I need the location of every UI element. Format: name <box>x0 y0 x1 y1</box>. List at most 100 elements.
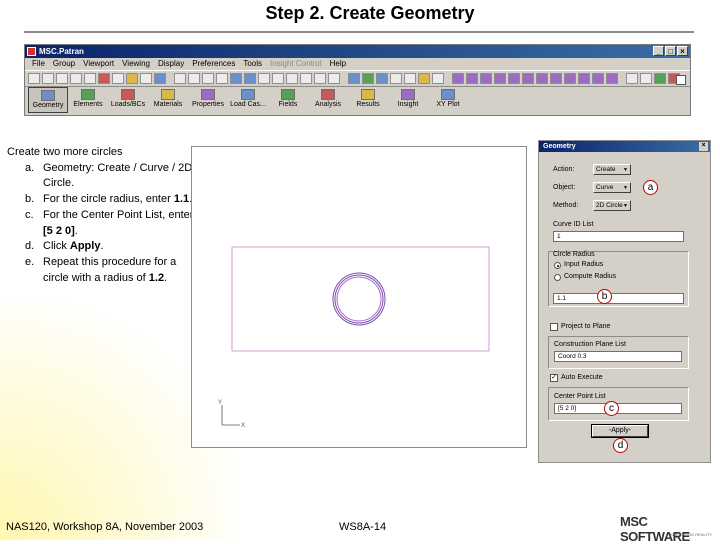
measure-icon[interactable] <box>640 73 652 84</box>
mpc-icon[interactable] <box>536 73 548 84</box>
solid-icon[interactable] <box>494 73 506 84</box>
hidden-line-icon[interactable] <box>362 73 374 84</box>
menu-bar: File Group Viewport Viewing Display Pref… <box>25 58 690 70</box>
menu-viewport[interactable]: Viewport <box>79 58 118 70</box>
home-icon[interactable] <box>676 75 686 85</box>
construction-plane-input[interactable]: Coord 0.3 <box>554 351 682 362</box>
side-view-icon[interactable] <box>272 73 284 84</box>
input-radius-radio[interactable] <box>554 262 561 269</box>
hide-labels-icon[interactable] <box>432 73 444 84</box>
action-select[interactable]: Create <box>593 164 631 175</box>
node-size-icon[interactable] <box>390 73 402 84</box>
form-titlebar[interactable]: Geometry × <box>539 141 710 152</box>
zoom-icon[interactable] <box>216 73 228 84</box>
menu-file[interactable]: File <box>28 58 49 70</box>
insight-icon <box>401 89 415 100</box>
fit-view-icon[interactable] <box>230 73 242 84</box>
view-corners-icon[interactable] <box>300 73 312 84</box>
app-analysis[interactable]: Analysis <box>308 87 348 113</box>
menu-preferences[interactable]: Preferences <box>188 58 239 70</box>
node-icon[interactable] <box>508 73 520 84</box>
app-elements[interactable]: Elements <box>68 87 108 113</box>
step-d: d. Click Apply. <box>25 240 104 253</box>
plane-icon[interactable] <box>564 73 576 84</box>
toolbar <box>25 70 690 87</box>
auto-execute-checkbox[interactable]: ✓ <box>550 374 558 382</box>
zoom-in-icon[interactable] <box>314 73 326 84</box>
select-icon[interactable] <box>174 73 186 84</box>
curve-id-label: Curve ID List <box>553 221 594 228</box>
abort-icon[interactable] <box>112 73 124 84</box>
show-labels-icon[interactable] <box>418 73 430 84</box>
app-materials[interactable]: Materials <box>148 87 188 113</box>
vector-icon[interactable] <box>578 73 590 84</box>
print-icon[interactable] <box>70 73 82 84</box>
menu-insight-control[interactable]: Insight Control <box>266 58 326 70</box>
app-fields[interactable]: Fields <box>268 87 308 113</box>
copy-icon[interactable] <box>84 73 96 84</box>
instructions: Create two more circles a. Geometry: Crea… <box>7 145 197 286</box>
refresh-icon[interactable] <box>140 73 152 84</box>
app-results[interactable]: Results <box>348 87 388 113</box>
app-geometry[interactable]: Geometry <box>28 87 68 113</box>
apply-button[interactable]: -Apply- <box>592 425 648 437</box>
save-icon[interactable] <box>56 73 68 84</box>
ruler-icon[interactable] <box>626 73 638 84</box>
minimize-button[interactable]: _ <box>653 46 664 56</box>
top-view-icon[interactable] <box>258 73 270 84</box>
plot-erase-icon[interactable] <box>154 73 166 84</box>
maximize-button[interactable]: □ <box>665 46 676 56</box>
object-select[interactable]: Curve <box>593 182 631 193</box>
app-loads-bcs[interactable]: Loads/BCs <box>108 87 148 113</box>
app-insight[interactable]: Insight <box>388 87 428 113</box>
step-c: c. For the Center Point List, enter [5 2 … <box>25 208 194 237</box>
reset-graphics-icon[interactable] <box>126 73 138 84</box>
patran-titlebar[interactable]: MSC.Patran _ □ × <box>25 45 690 58</box>
smooth-shaded-icon[interactable] <box>376 73 388 84</box>
iso-view-icon[interactable] <box>286 73 298 84</box>
viewport-canvas: Y X <box>218 246 490 429</box>
y-axis-label: Y <box>218 400 222 406</box>
coord-icon[interactable] <box>550 73 562 84</box>
graphics-viewport[interactable]: Y X <box>191 146 527 448</box>
menu-display[interactable]: Display <box>154 58 188 70</box>
analysis-icon <box>321 89 335 100</box>
properties-icon <box>201 89 215 100</box>
field-icon[interactable] <box>606 73 618 84</box>
zoom-out-icon[interactable] <box>328 73 340 84</box>
verify-icon[interactable] <box>654 73 666 84</box>
label-icon[interactable] <box>404 73 416 84</box>
element-icon[interactable] <box>522 73 534 84</box>
open-icon[interactable] <box>42 73 54 84</box>
compute-radius-radio[interactable] <box>554 274 561 281</box>
callout-a: a <box>643 180 658 195</box>
wireframe-icon[interactable] <box>348 73 360 84</box>
method-select[interactable]: 2D Circle <box>593 200 631 211</box>
menu-tools[interactable]: Tools <box>239 58 266 70</box>
form-close-button[interactable]: × <box>699 142 708 151</box>
footer-course: NAS120, Workshop 8A, November 2003 <box>6 521 204 533</box>
surface-icon[interactable] <box>480 73 492 84</box>
menu-viewing[interactable]: Viewing <box>118 58 154 70</box>
close-button[interactable]: × <box>677 46 688 56</box>
title-divider <box>24 31 694 33</box>
app-properties[interactable]: Properties <box>188 87 228 113</box>
front-view-icon[interactable] <box>244 73 256 84</box>
geometry-form: Geometry × Action: Create Object: Curve … <box>538 140 711 463</box>
new-icon[interactable] <box>28 73 40 84</box>
circle-radius-input[interactable]: 1.1 <box>553 293 684 304</box>
app-load-cases[interactable]: Load Cas... <box>228 87 268 113</box>
step-e: e. Repeat this procedure for a circle wit… <box>25 255 177 284</box>
project-to-plane-checkbox[interactable] <box>550 323 558 331</box>
curve-id-input[interactable]: 1 <box>553 231 684 242</box>
fields-icon <box>281 89 295 100</box>
point-icon[interactable] <box>452 73 464 84</box>
undo-icon[interactable] <box>98 73 110 84</box>
rotate-icon[interactable] <box>202 73 214 84</box>
group-icon[interactable] <box>592 73 604 84</box>
menu-help[interactable]: Help <box>326 58 350 70</box>
pan-icon[interactable] <box>188 73 200 84</box>
app-xy-plot[interactable]: XY Plot <box>428 87 468 113</box>
curve-icon[interactable] <box>466 73 478 84</box>
menu-group[interactable]: Group <box>49 58 79 70</box>
